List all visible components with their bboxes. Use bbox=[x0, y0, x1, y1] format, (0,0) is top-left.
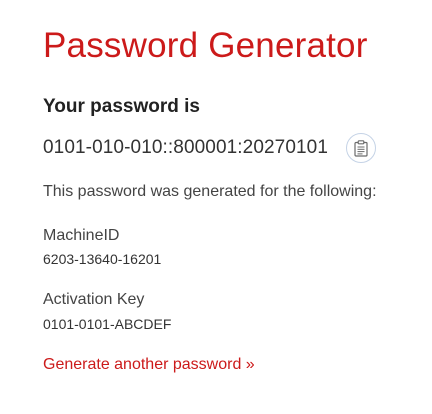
generation-description: This password was generated for the foll… bbox=[43, 183, 377, 200]
page-title: Password Generator bbox=[43, 26, 368, 65]
generate-another-password-link[interactable]: Generate another password » bbox=[43, 356, 255, 374]
password-row: 0101-010-010::800001:20270101 bbox=[43, 131, 376, 165]
clipboard-icon bbox=[354, 139, 368, 157]
activation-key-label: Activation Key bbox=[43, 291, 145, 308]
machine-id-value: 6203-13640-16201 bbox=[43, 251, 162, 267]
machine-id-label: MachineID bbox=[43, 227, 120, 244]
generated-password: 0101-010-010::800001:20270101 bbox=[43, 137, 328, 158]
activation-key-value: 0101-0101-ABCDEF bbox=[43, 316, 172, 332]
password-heading: Your password is bbox=[43, 96, 200, 117]
password-generator-page: Password Generator Your password is 0101… bbox=[0, 0, 432, 414]
copy-password-button[interactable] bbox=[346, 133, 376, 163]
